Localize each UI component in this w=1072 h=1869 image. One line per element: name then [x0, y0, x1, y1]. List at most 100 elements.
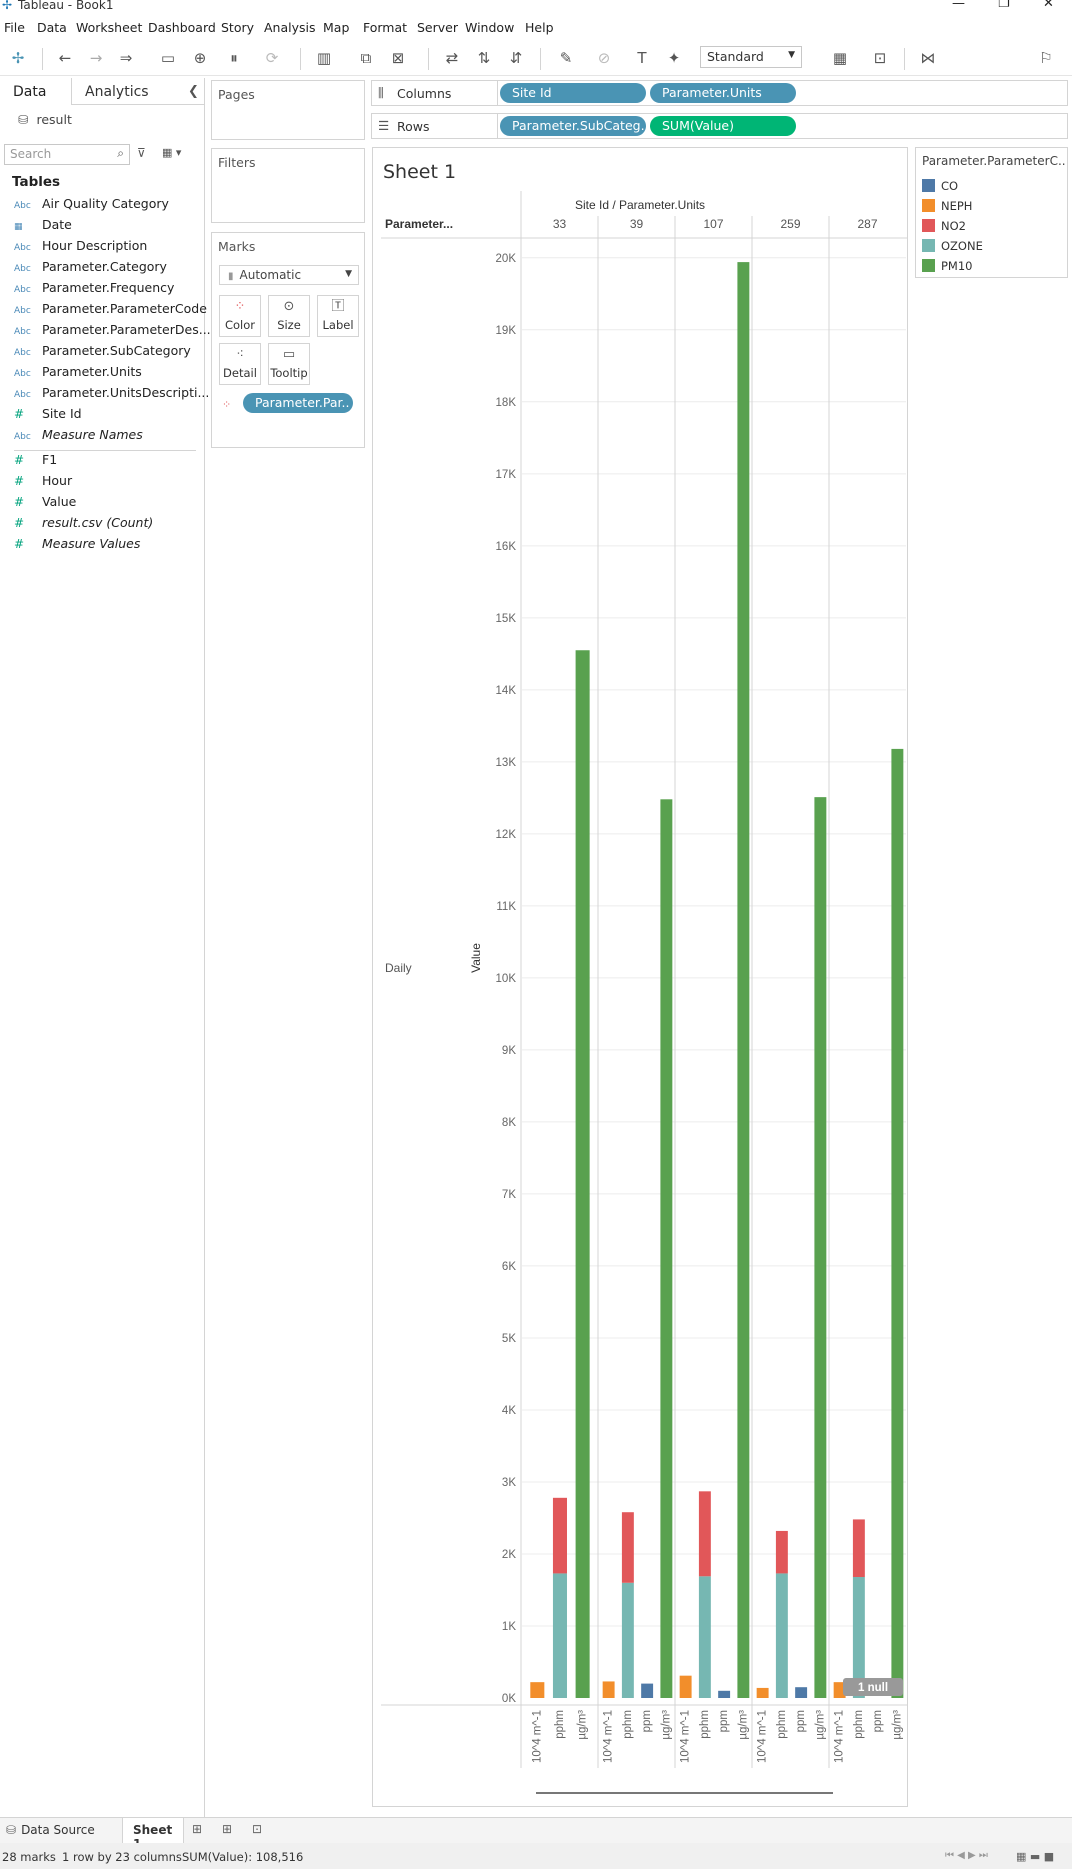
new-datasource-icon[interactable]: ⊕ [190, 48, 210, 68]
menu-map[interactable]: Map [323, 20, 349, 35]
show-labels-icon[interactable]: T [632, 48, 652, 68]
share-icon[interactable]: ⋈ [918, 48, 938, 68]
sort-ascending-icon[interactable]: ⇅ [474, 48, 494, 68]
y-tick-label: 20K [496, 253, 517, 265]
navigation-arrows-icon[interactable]: ⏮ ◀ ▶ ⏭ [945, 1850, 988, 1861]
legend-item-co[interactable]: CO [922, 179, 958, 193]
close-icon[interactable]: ✕ [1043, 0, 1054, 11]
field-measure-names[interactable]: Abc Measure Names [14, 427, 143, 447]
tab-analytics[interactable]: Analytics [85, 84, 149, 100]
marks-color-pill[interactable]: Parameter.Par.. [243, 393, 353, 413]
unit-tick-label: µg/m³ [577, 1710, 589, 1740]
data-source-tab[interactable]: ⛁ Data Source [6, 1823, 95, 1837]
new-worksheet-icon[interactable]: ▥ [314, 48, 334, 68]
field-parameter-parametercode[interactable]: Abc Parameter.ParameterCode [14, 301, 207, 321]
legend-item-pm10[interactable]: PM10 [922, 259, 973, 273]
field-hour[interactable]: # Hour [14, 473, 72, 493]
field-measure-values[interactable]: # Measure Values [14, 536, 140, 556]
menu-story[interactable]: Story [221, 20, 254, 35]
field-parameter-parameterdes[interactable]: Abc Parameter.ParameterDes... [14, 322, 211, 342]
new-story-icon[interactable]: ⊡ [252, 1822, 262, 1836]
legend-item-no2[interactable]: NO2 [922, 219, 966, 233]
new-worksheet-icon[interactable]: ⊞ [192, 1822, 202, 1836]
sort-descending-icon[interactable]: ⇵ [506, 48, 526, 68]
menu-format[interactable]: Format [363, 20, 407, 35]
marks-label: Marks [218, 239, 256, 254]
field-air-quality-category[interactable]: Abc Air Quality Category [14, 196, 169, 216]
group-icon[interactable]: ⊘ [594, 48, 614, 68]
filter-fields-icon[interactable]: ⊽ [137, 146, 146, 160]
menu-analysis[interactable]: Analysis [264, 20, 316, 35]
mark-type-dropdown[interactable]: ▮ Automatic ▼ [219, 265, 359, 285]
size-button[interactable]: ⊙ Size [268, 295, 310, 337]
menu-server[interactable]: Server [417, 20, 458, 35]
undo-icon[interactable]: ← [55, 48, 75, 68]
label-button[interactable]: 🅃 Label [317, 295, 359, 337]
bar-chart-icon: ▮ [228, 271, 234, 282]
minimize-icon[interactable]: — [952, 0, 965, 11]
field-hour-description[interactable]: Abc Hour Description [14, 238, 147, 258]
legend-swatch [922, 179, 935, 192]
site-id-header: 107 [703, 217, 723, 231]
field-parameter-category[interactable]: Abc Parameter.Category [14, 259, 167, 279]
pause-updates-icon[interactable]: ⏸ [224, 48, 244, 68]
sheet-1-tab[interactable]: Sheet 1 [122, 1818, 184, 1851]
new-dashboard-icon[interactable]: ⊞ [222, 1822, 232, 1836]
menu-data[interactable]: Data [37, 20, 67, 35]
clear-sheet-icon[interactable]: ⊠ [388, 48, 408, 68]
columns-pill-site-id[interactable]: Site Id [500, 83, 646, 103]
field-f1[interactable]: # F1 [14, 452, 57, 472]
y-tick-label: 17K [496, 469, 517, 481]
duplicate-icon[interactable]: ⧉ [356, 48, 376, 68]
legend-item-ozone[interactable]: OZONE [922, 239, 983, 253]
menu-window[interactable]: Window [465, 20, 514, 35]
datasource-item[interactable]: ⛁ result [18, 112, 72, 127]
field-parameter-units[interactable]: Abc Parameter.Units [14, 364, 142, 384]
field-result-csv-count[interactable]: # result.csv (Count) [14, 515, 153, 535]
search-input[interactable]: Search ⌕ [4, 144, 130, 165]
field-parameter-frequency[interactable]: Abc Parameter.Frequency [14, 280, 174, 300]
columns-pill-parameter-units[interactable]: Parameter.Units [650, 83, 796, 103]
rows-pill-subcategory[interactable]: Parameter.SubCateg.. [500, 116, 646, 136]
field-value[interactable]: # Value [14, 494, 76, 514]
collapse-pane-icon[interactable]: ❮ [188, 84, 199, 99]
show-me-icon[interactable]: ▦ [830, 48, 850, 68]
color-button[interactable]: ⁘ Color [219, 295, 261, 337]
view-options-icon[interactable]: ▦ ▾ [162, 146, 181, 159]
refresh-icon[interactable]: ⟳ [262, 48, 282, 68]
restore-icon[interactable]: ❐ [998, 0, 1010, 11]
menu-help[interactable]: Help [525, 20, 554, 35]
detail-button[interactable]: ⁖ Detail [219, 343, 261, 385]
menu-dashboard[interactable]: Dashboard [148, 20, 216, 35]
tableau-home-icon[interactable]: ✢ [8, 48, 28, 68]
data-pane: Data Analytics ❮ ⛁ result Search ⌕ ⊽ ▦ ▾ … [0, 78, 211, 1823]
presentation-mode-icon[interactable]: ⊡ [870, 48, 890, 68]
pages-card[interactable]: Pages [211, 80, 365, 140]
database-icon: ⛁ [18, 112, 29, 127]
search-icon: ⌕ [117, 146, 124, 160]
redo-icon[interactable]: → [86, 48, 106, 68]
view-toggle-icons[interactable]: ▦ ▬ ■ [1016, 1850, 1054, 1863]
legend-item-neph[interactable]: NEPH [922, 199, 972, 213]
field-site-id[interactable]: # Site Id [14, 406, 82, 426]
swap-rows-columns-icon[interactable]: ⇄ [442, 48, 462, 68]
field-parameter-subcategory[interactable]: Abc Parameter.SubCategory [14, 343, 191, 363]
rows-pill-sum-value[interactable]: SUM(Value) [650, 116, 796, 136]
filters-card[interactable]: Filters [211, 148, 365, 223]
y-tick-label: 16K [496, 541, 517, 553]
tooltip-button[interactable]: ▭ Tooltip [268, 343, 310, 385]
field-date[interactable]: ▦ Date [14, 217, 72, 237]
replay-icon[interactable]: ⇒ [116, 48, 136, 68]
tab-data[interactable]: Data [13, 84, 46, 100]
field-parameter-unitsdescripti[interactable]: Abc Parameter.UnitsDescripti... [14, 385, 209, 405]
field-name: Hour Description [42, 238, 148, 253]
menu-worksheet[interactable]: Worksheet [76, 20, 142, 35]
menu-file[interactable]: File [4, 20, 25, 35]
highlight-icon[interactable]: ✎ [556, 48, 576, 68]
format-painter-icon[interactable]: ⚐ [1036, 48, 1056, 68]
site-id-header: 287 [857, 217, 877, 231]
fit-dropdown[interactable]: Standard ▼ [700, 46, 802, 68]
string-type-icon: Abc [14, 327, 31, 337]
save-icon[interactable]: ▭ [158, 48, 178, 68]
pin-axes-icon[interactable]: ✦ [664, 48, 684, 68]
